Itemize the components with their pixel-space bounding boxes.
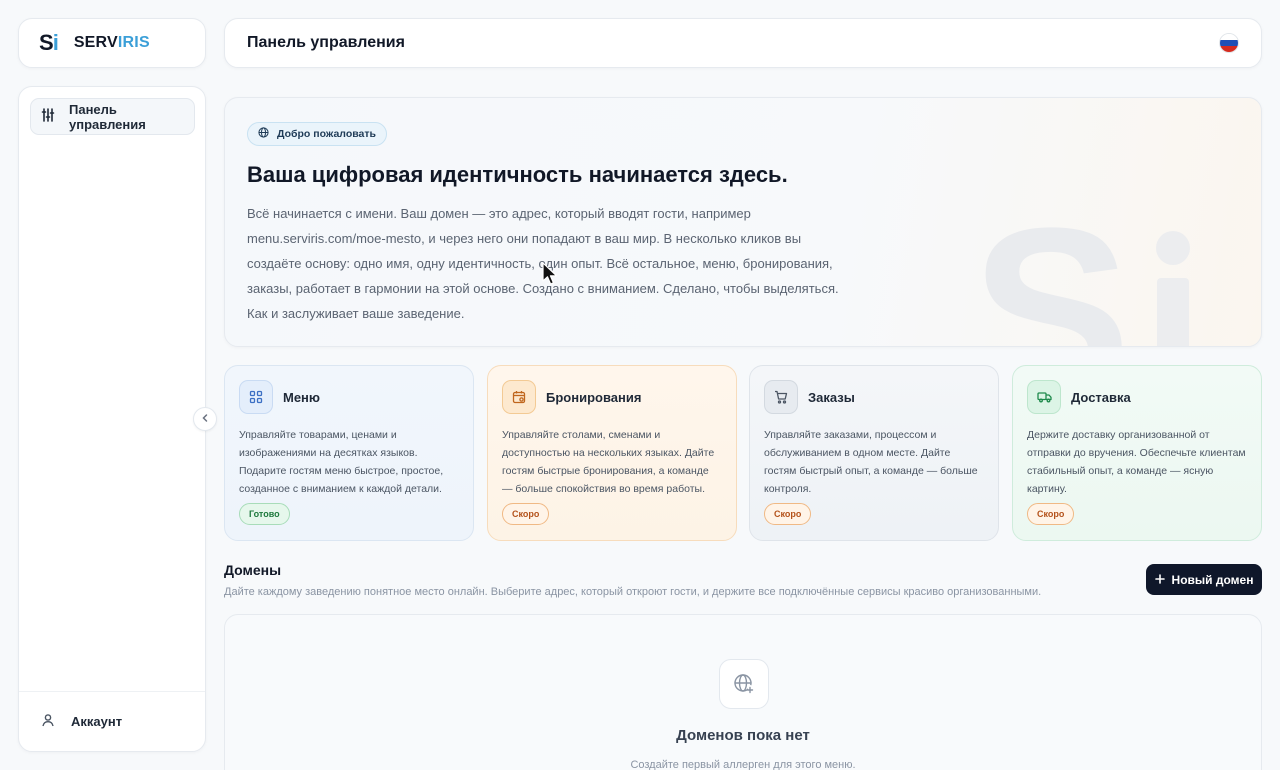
sidebar-collapse-button[interactable] [193,407,217,431]
feature-description: Управляйте товарами, ценами и изображени… [239,429,444,495]
logo-text-part2: IRIS [117,34,150,51]
status-badge: Скоро [1027,503,1075,525]
truck-icon [1027,380,1061,414]
welcome-badge: Добро пожаловать [247,122,387,146]
domains-section-subtitle: Дайте каждому заведению понятное место о… [224,586,1042,598]
globe-icon [258,127,269,141]
brand-watermark-icon: S [971,190,1190,347]
feature-card-menu[interactable]: Меню Управляйте товарами, ценами и изобр… [224,365,474,541]
feature-title: Доставка [1071,389,1131,405]
status-badge: Скоро [502,503,550,525]
new-domain-button-label: Новый домен [1171,572,1254,587]
globe-plus-icon [719,659,769,709]
mouse-cursor-icon [542,262,558,285]
sidebar-account[interactable]: Аккаунт [19,691,205,751]
cart-icon [764,380,798,414]
feature-description: Управляйте столами, сменами и доступност… [502,429,715,495]
feature-card-orders[interactable]: Заказы Управляйте заказами, процессом и … [749,365,999,541]
welcome-badge-label: Добро пожаловать [277,128,376,140]
sidebar-item-label: Панель управления [69,101,146,132]
account-label: Аккаунт [71,714,123,729]
welcome-hero: S Добро пожаловать Ваша цифровая идентич… [224,97,1262,347]
language-flag-icon[interactable] [1219,33,1239,53]
logo-text-part1: SERV [73,34,118,51]
page-title: Панель управления [247,34,405,51]
empty-state-subtitle: Создайте первый аллерген для этого меню. [630,759,856,770]
sidebar: Панель управления Аккаунт [18,86,206,752]
brand-logo[interactable]: Si SERVIRIS [18,18,206,68]
hero-title: Ваша цифровая идентичность начинается зд… [247,162,788,187]
logo-mark-s: S [39,30,54,55]
sliders-icon [41,108,55,125]
logo-text: SERVIRIS [74,34,150,52]
user-icon [41,713,55,730]
calendar-icon [502,380,536,414]
feature-card-reservations[interactable]: Бронирования Управляйте столами, сменами… [487,365,737,541]
feature-title: Бронирования [546,389,642,405]
status-badge: Готово [239,503,290,525]
empty-state-title: Доменов пока нет [676,727,810,744]
plus-icon [1154,573,1165,587]
feature-title: Заказы [808,389,855,405]
new-domain-button[interactable]: Новый домен [1146,564,1262,595]
grid-icon [239,380,273,414]
domains-section-title: Домены [224,562,282,578]
top-header: Панель управления [224,18,1262,68]
feature-description: Управляйте заказами, процессом и обслужи… [764,429,978,495]
logo-mark: Si [39,30,59,56]
status-badge: Скоро [764,503,812,525]
feature-title: Меню [283,389,321,405]
sidebar-item-dashboard[interactable]: Панель управления [30,98,195,135]
feature-description: Держите доставку организованной от отпра… [1027,429,1246,495]
domains-empty-state: Доменов пока нет Создайте первый аллерге… [224,614,1262,770]
svg-text:S: S [971,190,1131,347]
feature-card-delivery[interactable]: Доставка Держите доставку организованной… [1012,365,1262,541]
chevron-left-icon [200,410,210,428]
logo-mark-i: i [52,30,59,55]
